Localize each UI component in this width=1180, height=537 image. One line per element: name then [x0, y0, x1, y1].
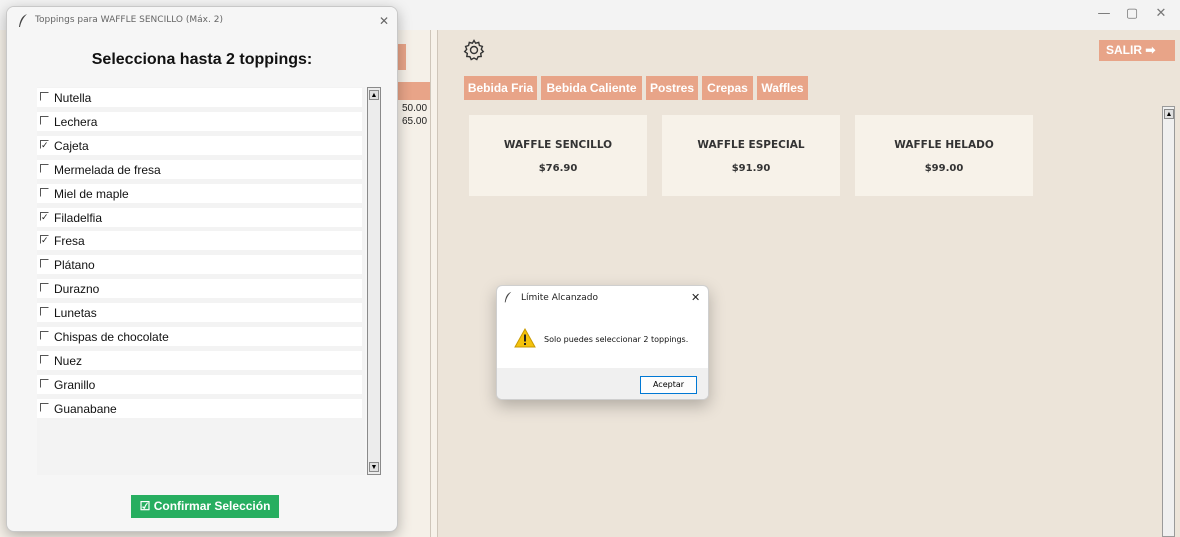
order-table-value: 50.00 [402, 103, 428, 114]
topping-checkbox-chispas-de-chocolate[interactable]: Chispas de chocolate [37, 327, 362, 346]
topping-checkbox-nuez[interactable]: Nuez [37, 350, 362, 370]
accept-button[interactable]: Aceptar [640, 376, 697, 394]
category-bebida-fria-button[interactable]: Bebida Fria [464, 76, 537, 100]
toppings-dialog: Toppings para WAFFLE SENCILLO (Máx. 2) ✕… [6, 6, 398, 532]
checkbox-unchecked-icon[interactable] [40, 307, 49, 317]
topping-label: Chispas de chocolate [54, 330, 169, 344]
category-waffles-button[interactable]: Waffles [757, 76, 808, 100]
product-price: $76.90 [538, 163, 578, 174]
checkbox-unchecked-icon[interactable] [40, 163, 49, 173]
alert-footer: Aceptar [497, 368, 708, 399]
category-crepas-button[interactable]: Crepas [702, 76, 753, 100]
topping-label: Fresa [54, 234, 85, 249]
toppings-heading: Selecciona hasta 2 toppings: [91, 51, 313, 68]
topping-checkbox-fresa[interactable]: ✓ Fresa [37, 231, 362, 251]
order-table-header [396, 82, 430, 100]
toppings-scrollbar[interactable]: ▲ ▼ [367, 87, 381, 475]
product-card-waffle-especial[interactable]: WAFFLE ESPECIAL $91.90 [662, 115, 840, 196]
alert-message: Solo puedes seleccionar 2 toppings. [544, 335, 689, 344]
product-name: WAFFLE HELADO [894, 139, 994, 151]
check-square-icon: ☑ [139, 499, 151, 513]
product-name: WAFFLE SENCILLO [503, 139, 613, 151]
topping-label: Lechera [54, 114, 98, 129]
toppings-dialog-titlebar: Toppings para WAFFLE SENCILLO (Máx. 2) ✕ [7, 7, 397, 35]
product-name: WAFFLE ESPECIAL [697, 139, 805, 151]
panel-divider [430, 30, 438, 537]
topping-checkbox-filadelfia[interactable]: ✓ Filadelfia [37, 207, 362, 227]
scroll-down-arrow-icon[interactable]: ▼ [369, 462, 379, 472]
product-card-waffle-helado[interactable]: WAFFLE HELADO $99.00 [855, 115, 1033, 196]
topping-checkbox-cajeta[interactable]: ✓ Cajeta [37, 135, 362, 155]
close-dialog-button[interactable]: ✕ [379, 14, 389, 28]
topping-label: Guanabane [54, 401, 117, 416]
checkbox-unchecked-icon[interactable] [40, 187, 49, 197]
topping-checkbox-lunetas[interactable]: Lunetas [37, 303, 362, 323]
topping-checkbox-guanabane[interactable]: Guanabane [37, 398, 362, 418]
topping-label: Plátano [54, 258, 95, 273]
close-window-button[interactable]: ✕ [1149, 6, 1173, 21]
checkbox-unchecked-icon[interactable] [40, 331, 49, 340]
topping-label: Filadelfia [54, 210, 103, 225]
limit-reached-dialog: Límite Alcanzado ✕ Solo puedes seleccion… [496, 285, 709, 400]
scroll-up-arrow-icon[interactable]: ▲ [1164, 109, 1174, 119]
feather-icon [19, 14, 27, 27]
product-card-waffle-sencillo[interactable]: WAFFLE SENCILLO $76.90 [469, 115, 647, 196]
checkbox-checked-icon[interactable]: ✓ [40, 211, 49, 221]
topping-label: Nuez [54, 353, 83, 368]
topping-checkbox-durazno[interactable]: Durazno [37, 279, 362, 299]
checkbox-unchecked-icon[interactable] [40, 283, 49, 293]
topping-label: Mermelada de fresa [54, 162, 161, 177]
checkbox-checked-icon[interactable]: ✓ [40, 139, 49, 149]
topping-checkbox-granillo[interactable]: Granillo [37, 374, 362, 394]
scroll-up-arrow-icon[interactable]: ▲ [369, 90, 379, 100]
topping-label: Durazno [54, 282, 100, 297]
topping-checkbox-nutella[interactable]: Nutella [37, 88, 362, 107]
product-price: $91.90 [731, 163, 771, 174]
category-bebida-caliente-button[interactable]: Bebida Caliente [541, 76, 642, 100]
warning-icon [514, 328, 536, 348]
checkbox-unchecked-icon[interactable] [40, 402, 49, 412]
topping-label: Granillo [54, 377, 96, 392]
topping-checkbox-platano[interactable]: Plátano [37, 255, 362, 275]
order-table-value: 65.00 [402, 116, 428, 127]
topping-label: Lunetas [54, 306, 97, 321]
confirm-selection-button[interactable]: ☑ Confirmar Selección [131, 495, 279, 518]
topping-label: Miel de maple [54, 186, 129, 201]
minimize-button[interactable]: — [1092, 6, 1116, 21]
toppings-dialog-title: Toppings para WAFFLE SENCILLO (Máx. 2) [35, 15, 223, 25]
checkbox-unchecked-icon[interactable] [40, 259, 49, 269]
topping-label: Cajeta [54, 138, 89, 153]
checkbox-unchecked-icon[interactable] [40, 354, 49, 364]
gear-icon[interactable] [462, 38, 486, 62]
toppings-list: Nutella Lechera ✓ Cajeta Mermelada de fresa M… [37, 87, 365, 475]
checkbox-checked-icon[interactable]: ✓ [40, 235, 49, 245]
topping-label: Nutella [54, 91, 92, 105]
topping-checkbox-lechera[interactable]: Lechera [37, 111, 362, 131]
product-price: $99.00 [924, 163, 964, 174]
topping-checkbox-mermelada-de-fresa[interactable]: Mermelada de fresa [37, 159, 362, 179]
checkbox-unchecked-icon[interactable] [40, 378, 49, 388]
confirm-selection-label: Confirmar Selección [153, 499, 271, 513]
checkbox-unchecked-icon[interactable] [40, 92, 49, 101]
topping-checkbox-miel-de-maple[interactable]: Miel de maple [37, 183, 362, 203]
maximize-button[interactable]: ▢ [1120, 6, 1144, 21]
category-postres-button[interactable]: Postres [646, 76, 698, 100]
close-alert-button[interactable]: ✕ [691, 291, 700, 304]
alert-title: Límite Alcanzado [521, 293, 598, 303]
exit-button[interactable]: SALIR ➡ [1099, 40, 1175, 61]
checkbox-unchecked-icon[interactable] [40, 115, 49, 125]
feather-icon [504, 291, 512, 303]
products-scrollbar[interactable]: ▲ [1162, 106, 1175, 537]
